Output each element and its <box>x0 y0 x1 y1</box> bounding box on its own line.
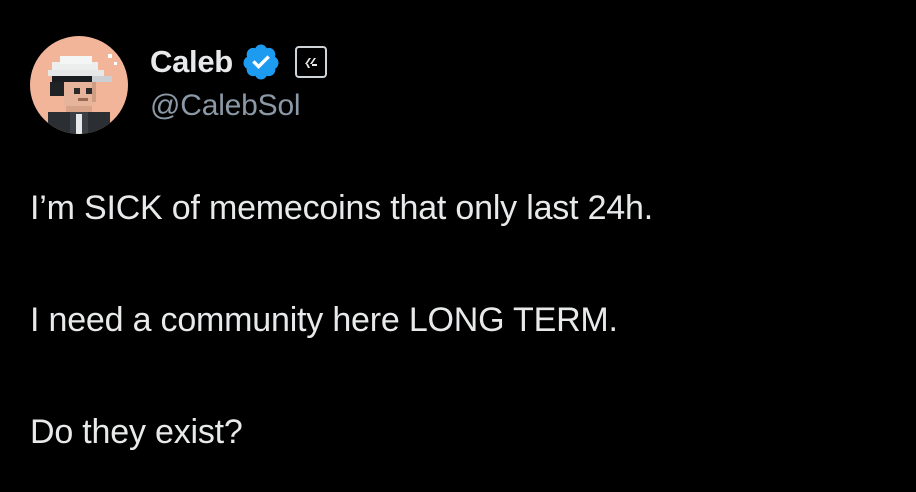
tweet-paragraph: Do they exist? <box>30 413 243 451</box>
pixel-art-avatar-icon <box>30 36 128 134</box>
tweet-header: Caleb @CalebSol <box>30 36 327 136</box>
affiliate-logo-icon[interactable] <box>294 46 327 78</box>
verified-badge-icon[interactable] <box>241 42 281 82</box>
tweet-text: I’m SICK of memecoins that only last 24h… <box>30 186 890 454</box>
user-handle[interactable]: @CalebSol <box>150 86 327 126</box>
tweet-card: Caleb @CalebSol I’m SICK of memecoins th… <box>0 0 916 492</box>
tweet-paragraph: I’m SICK of memecoins that only last 24h… <box>30 189 653 227</box>
tweet-paragraph: I need a community here LONG TERM. <box>30 301 618 339</box>
name-row: Caleb <box>150 42 327 82</box>
user-names: Caleb @CalebSol <box>150 36 327 126</box>
avatar[interactable] <box>30 36 128 134</box>
display-name[interactable]: Caleb <box>150 42 233 82</box>
